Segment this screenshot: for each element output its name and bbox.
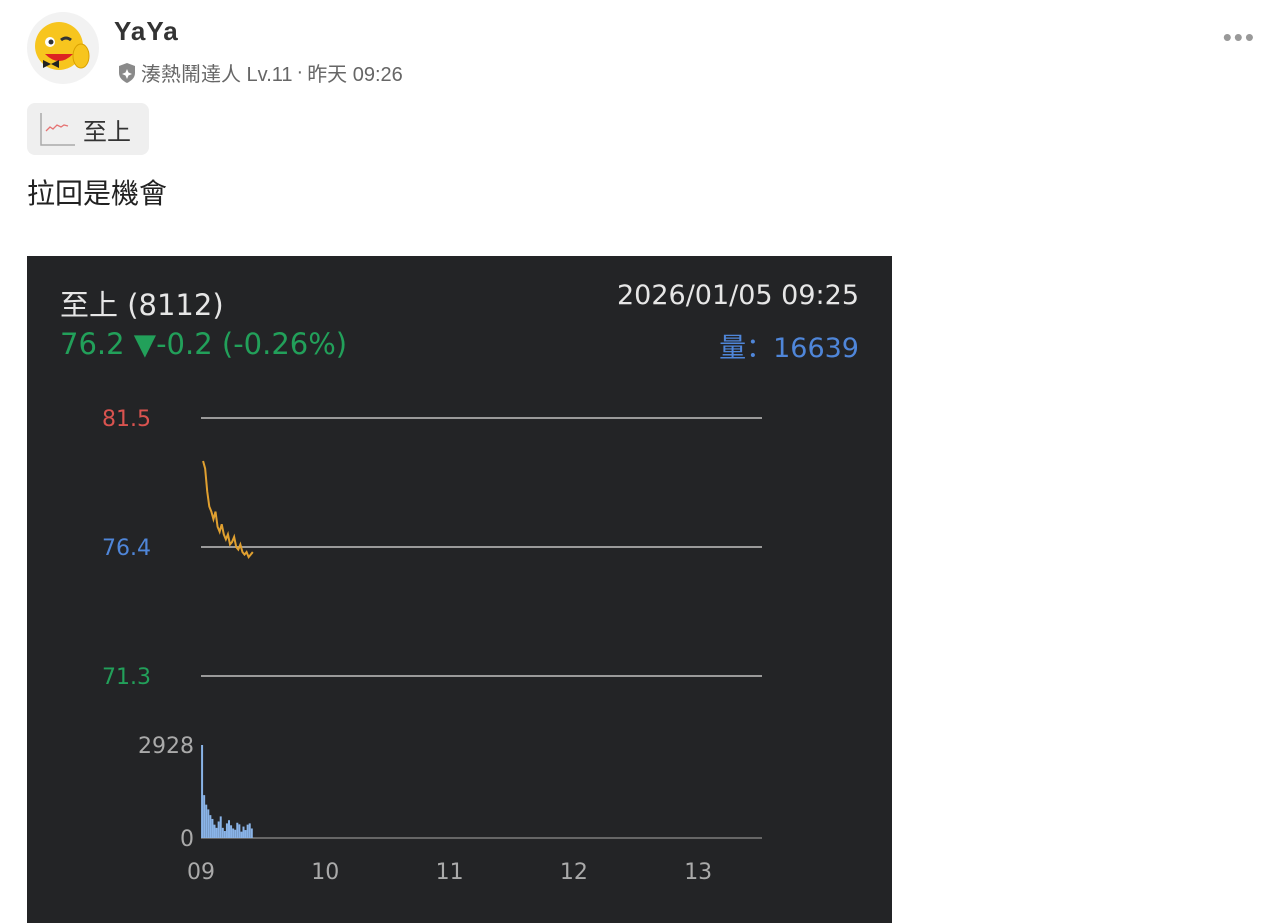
volume-bar (205, 804, 208, 838)
volume-bar (207, 809, 210, 838)
chart-plot: 81.5 76.4 71.3 2928 0 09 10 11 12 13 (102, 407, 762, 885)
stock-chart-icon (40, 113, 75, 146)
volume-bar (217, 821, 220, 838)
price-line (202, 460, 254, 560)
time-tick-label: 12 (560, 860, 588, 885)
stock-tag-label: 至上 (83, 118, 131, 146)
price-tick-label: 76.4 (102, 536, 151, 561)
volume-bar (242, 826, 245, 838)
user-badge: 湊熱鬧達人 Lv.11 (141, 64, 293, 86)
time-tick-label: 11 (436, 860, 464, 885)
volume-bar (236, 822, 239, 838)
stock-tag[interactable]: 至上 (27, 103, 149, 155)
volume-tick-label: 2928 (138, 734, 194, 759)
volume-bar (223, 831, 226, 838)
volume-bar (209, 815, 212, 838)
volume-bar (246, 824, 249, 838)
author-name[interactable]: YaYa (114, 16, 179, 47)
time-tick-label: 09 (187, 860, 215, 885)
volume-bar (238, 824, 241, 838)
time-tick-label: 13 (684, 860, 712, 885)
time-tick-label: 10 (311, 860, 339, 885)
volume-bar (203, 795, 206, 838)
volume-bar (219, 816, 222, 838)
post-text: 拉回是機會 (27, 178, 168, 209)
volume-bar (240, 831, 243, 838)
volume-bar (250, 828, 253, 838)
volume-bar (213, 824, 216, 838)
volume-bar (228, 820, 231, 838)
post-meta: 湊熱鬧達人 Lv.11 · 昨天 09:26 (117, 58, 403, 87)
post-time: 昨天 09:26 (307, 64, 403, 86)
emoji-avatar-icon (35, 22, 90, 70)
volume-bar (244, 830, 247, 838)
more-options-button[interactable]: ••• (1223, 22, 1256, 53)
meta-separator: · (296, 61, 304, 83)
price-tick-label: 81.5 (102, 407, 151, 432)
volume-bar (201, 745, 204, 838)
shield-icon (119, 62, 135, 83)
volume-bar (230, 825, 233, 838)
volume-bar (225, 823, 228, 838)
stock-chart-image: 至上 (8112) 76.2 ▼-0.2 (-0.26%) 2026/01/05… (27, 256, 892, 923)
volume-bar (211, 818, 214, 838)
volume-bar (232, 828, 235, 838)
volume-tick-label: 0 (180, 827, 194, 852)
avatar[interactable] (27, 12, 99, 84)
volume-bar (215, 827, 218, 838)
volume-bar (248, 823, 251, 838)
volume-bar (234, 829, 237, 838)
volume-bar (221, 827, 224, 838)
price-tick-label: 71.3 (102, 665, 151, 690)
